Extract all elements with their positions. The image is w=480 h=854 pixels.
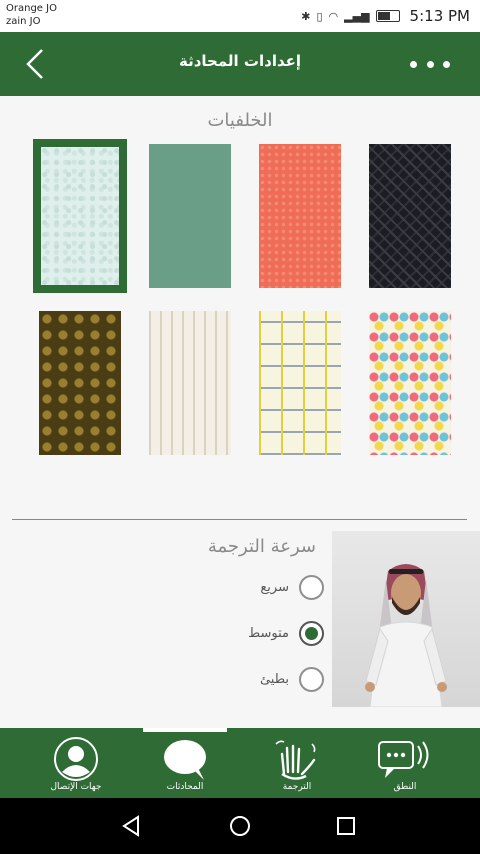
settings-content: الخلفيات سرعة الترجمة سريع متوسط بطيئ [0,96,480,728]
app-bar: إعدادات المحادثة [0,32,480,96]
nav-label-speech: النطق [393,782,417,792]
speed-option-fast[interactable]: سريع [260,573,324,601]
nav-label-translation: الترجمة [282,782,312,792]
nav-tab-translation[interactable]: الترجمة [249,732,345,798]
avatar-figure-icon [365,564,447,708]
background-option-3[interactable] [259,144,341,288]
nav-tab-contacts[interactable]: جهات الإتصال [28,732,124,798]
background-option-4[interactable] [369,144,451,288]
radio-button[interactable] [299,666,324,692]
background-option-1-selected[interactable] [33,139,127,293]
bluetooth-icon: ✱ [301,9,311,23]
background-option-7[interactable] [259,311,341,455]
system-recent-apps-icon[interactable] [334,814,358,838]
wifi-icon: ◠ [328,9,339,23]
backgrounds-section-title: الخلفيات [207,110,273,131]
bottom-navigation: جهات الإتصال المحادثات الترجمة النطق [0,728,480,798]
background-option-8[interactable] [369,311,451,455]
speed-option-medium[interactable]: متوسط [248,619,324,647]
speed-option-slow[interactable]: بطيئ [260,665,324,693]
carrier-name-2: zain JO [6,16,41,27]
speed-option-label: بطيئ [259,671,289,687]
nav-tab-chats-active[interactable]: المحادثات [137,732,233,798]
contacts-icon [54,737,98,781]
nav-tab-speech[interactable]: النطق [357,732,453,798]
page-title: إعدادات المحادثة [178,52,302,70]
system-home-icon[interactable] [228,814,252,838]
status-time: 5:13 PM [409,7,470,25]
signal-icon: ▂▄▆ [344,9,370,23]
vibrate-icon: ▯ [316,9,323,23]
radio-button[interactable] [299,574,324,600]
chat-bubble-icon [164,740,206,780]
speed-option-label: سريع [260,579,289,595]
background-option-5[interactable] [39,311,121,455]
system-back-icon[interactable] [120,814,144,838]
battery-icon [375,10,400,22]
radio-button-checked[interactable] [299,620,324,646]
translation-speed-title: سرعة الترجمة [207,536,316,557]
status-bar: Orange JO zain JO ✱ ▯ ◠ ▂▄▆ 5:13 PM [0,0,480,32]
nav-label-chats: المحادثات [166,782,204,792]
carrier-name-1: Orange JO [6,3,57,14]
background-option-2[interactable] [149,144,231,288]
speed-option-label: متوسط [248,625,289,641]
sign-language-icon [275,740,316,780]
system-navigation-bar [0,798,480,854]
more-dots-icon [410,60,417,68]
speech-icon [378,741,429,778]
more-options-button[interactable] [410,52,450,76]
nav-label-contacts: جهات الإتصال [50,782,102,792]
section-divider [12,519,467,520]
background-option-6[interactable] [149,311,231,455]
avatar-preview [332,531,480,708]
